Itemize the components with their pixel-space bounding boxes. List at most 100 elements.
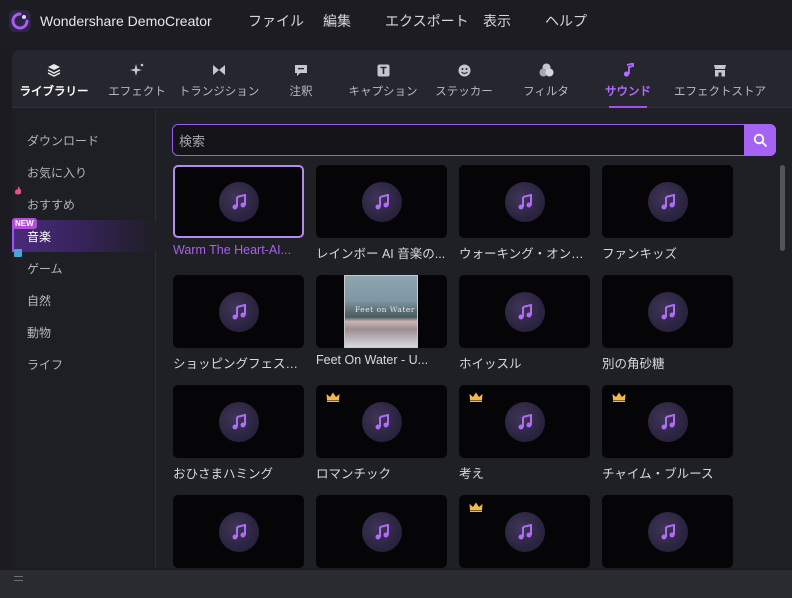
premium-crown-icon — [469, 499, 483, 512]
music-note-icon — [361, 401, 402, 442]
sound-thumbnail[interactable] — [602, 165, 733, 238]
sound-thumbnail[interactable] — [173, 385, 304, 458]
sound-card[interactable]: レインボー AI 音楽の... — [316, 165, 447, 262]
tab-effect-store[interactable]: エフェクトストア — [674, 50, 766, 108]
sound-card[interactable]: Warm The Heart-AI... — [173, 165, 304, 257]
music-note-icon — [504, 291, 545, 332]
flame-icon — [14, 186, 22, 195]
tab-label: フィルタ — [523, 86, 569, 98]
scrollbar[interactable] — [780, 165, 785, 251]
sound-thumbnail[interactable] — [316, 495, 447, 568]
sound-card[interactable]: ファンキッズ — [602, 165, 733, 262]
sticker-icon — [456, 62, 472, 78]
menu-file[interactable]: ファイル — [248, 11, 304, 31]
sidebar-item-download[interactable]: ダウンロード — [12, 124, 156, 156]
music-note-icon — [647, 181, 688, 222]
sound-card[interactable]: ショッピングフェスティバ... — [173, 275, 304, 372]
sound-card[interactable]: チャイム・ブルース — [602, 385, 733, 482]
tab-label: ライブラリー — [19, 86, 89, 98]
sidebar-item-favorites[interactable]: お気に入り — [12, 156, 156, 188]
menu-edit[interactable]: 編集 — [323, 11, 351, 31]
tab-label: 注釈 — [289, 86, 313, 98]
sidebar-item-life[interactable]: ライフ — [12, 348, 156, 380]
tab-label: エフェクト — [108, 86, 166, 98]
app-title: Wondershare DemoCreator — [40, 13, 212, 29]
menu-view[interactable]: 表示 — [483, 11, 511, 31]
sound-thumbnail[interactable] — [316, 385, 447, 458]
sound-card[interactable]: Feet on Water Feet On Water - U... — [316, 275, 447, 367]
menu-export[interactable]: エクスポート — [385, 11, 469, 31]
menu-help[interactable]: ヘルプ — [545, 11, 587, 31]
sound-thumbnail[interactable] — [459, 165, 590, 238]
tab-transitions[interactable]: トランジション — [179, 50, 259, 108]
active-tab-indicator — [609, 106, 647, 108]
sound-thumbnail[interactable] — [173, 495, 304, 568]
music-note-icon — [361, 511, 402, 552]
sound-title: 考え — [459, 467, 485, 481]
sound-thumbnail[interactable] — [173, 275, 304, 348]
tab-label: キャプション — [348, 86, 418, 98]
sidebar-item-game[interactable]: ゲーム — [12, 252, 156, 284]
sound-card[interactable]: ウォーキング・オン・ザ・... — [459, 165, 590, 262]
sound-title: 別の角砂糖 — [602, 357, 665, 371]
tab-sound[interactable]: サウンド — [605, 50, 651, 108]
locked-icon — [14, 249, 22, 257]
sound-card[interactable]: ロマンチック — [316, 385, 447, 482]
sound-thumbnail[interactable] — [316, 165, 447, 238]
sound-thumbnail[interactable] — [459, 495, 590, 568]
tab-annotations[interactable]: 注釈 — [289, 50, 313, 108]
music-note-icon — [504, 181, 545, 222]
tab-label: ステッカー — [435, 86, 493, 98]
sound-title: レインボー AI 音楽の... — [316, 247, 446, 261]
tab-library[interactable]: ライブラリー — [20, 50, 89, 108]
music-note-icon — [504, 401, 545, 442]
tab-captions[interactable]: キャプション — [349, 50, 418, 108]
sound-thumbnail[interactable] — [602, 495, 733, 568]
tab-filters[interactable]: フィルタ — [523, 50, 569, 108]
sound-thumbnail[interactable] — [173, 165, 304, 238]
sound-thumbnail[interactable] — [459, 385, 590, 458]
sound-title: チャイム・ブルース — [602, 467, 714, 481]
filter-icon — [538, 62, 554, 78]
tab-stickers[interactable]: ステッカー — [435, 50, 493, 108]
sound-card[interactable] — [459, 495, 590, 568]
sound-title: ロマンチック — [316, 467, 392, 481]
store-icon — [712, 62, 728, 78]
sidebar-item-nature[interactable]: 自然 — [12, 284, 156, 316]
sound-card[interactable] — [173, 495, 304, 568]
sound-card[interactable]: おひさまハミング — [173, 385, 304, 482]
music-note-icon — [647, 291, 688, 332]
sound-card[interactable]: 別の角砂糖 — [602, 275, 733, 372]
tab-label: サウンド — [605, 86, 651, 98]
tab-label: エフェクトストア — [674, 86, 766, 98]
sound-title: ショッピングフェスティバ... — [173, 357, 304, 371]
title-bar: Wondershare DemoCreator ファイル 編集 エクスポート 表… — [0, 0, 792, 44]
library-panel: ライブラリー エフェクト トランジション 注釈 キャプション ステッカー フィル… — [12, 50, 792, 568]
sound-card[interactable]: 考え — [459, 385, 590, 482]
layers-icon — [46, 62, 62, 78]
sound-thumbnail[interactable] — [602, 275, 733, 348]
sidebar-item-recommended[interactable]: おすすめ — [12, 188, 156, 220]
music-note-icon — [647, 401, 688, 442]
music-note-icon — [620, 62, 636, 78]
sound-card[interactable] — [316, 495, 447, 568]
sound-thumbnail[interactable] — [602, 385, 733, 458]
tab-effects[interactable]: エフェクト — [108, 50, 166, 108]
search-input[interactable] — [179, 132, 729, 150]
sound-thumbnail[interactable] — [459, 275, 590, 348]
sound-card[interactable] — [602, 495, 733, 568]
sound-card[interactable]: ホイッスル — [459, 275, 590, 372]
music-note-icon — [218, 291, 259, 332]
resize-grip-icon[interactable] — [14, 576, 23, 581]
bottom-toolbar — [0, 570, 792, 598]
sound-title: ホイッスル — [459, 357, 522, 371]
music-note-icon — [647, 511, 688, 552]
sound-title: ウォーキング・オン・ザ・... — [459, 247, 590, 261]
search-bar — [172, 124, 776, 156]
caption-icon — [375, 62, 391, 78]
music-note-icon — [218, 511, 259, 552]
sidebar-item-animals[interactable]: 動物 — [12, 316, 156, 348]
sound-thumbnail[interactable]: Feet on Water — [316, 275, 447, 348]
search-button[interactable] — [744, 124, 776, 156]
sound-title: ファンキッズ — [602, 247, 678, 261]
